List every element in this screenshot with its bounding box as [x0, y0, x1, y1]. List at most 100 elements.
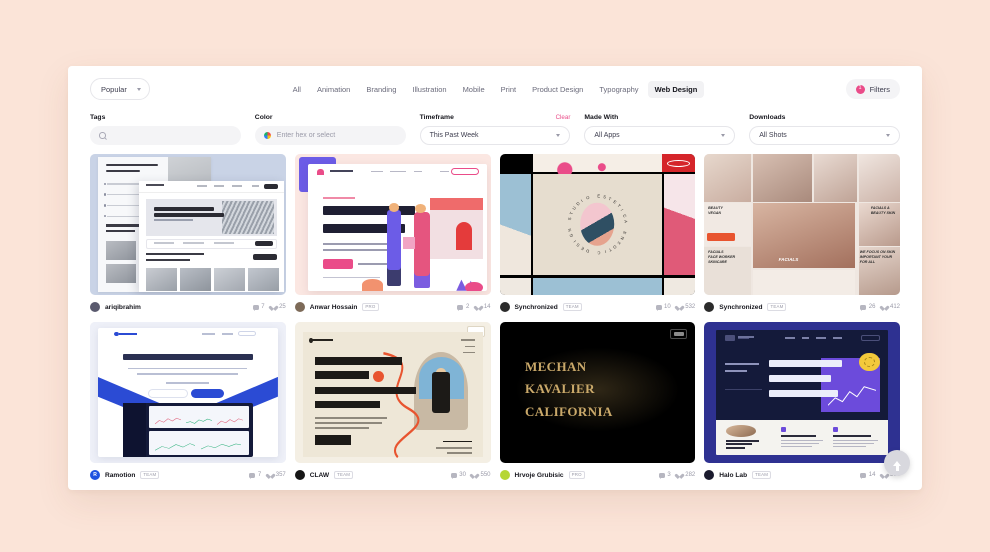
filter-made-with-label: Made With	[584, 114, 619, 121]
comments-count: 14	[868, 472, 876, 478]
timeframe-clear-link[interactable]: Clear	[556, 114, 571, 121]
tab-product-design[interactable]: Product Design	[525, 81, 590, 98]
filters-count-badge: 1	[855, 84, 865, 94]
heart-icon	[472, 472, 478, 478]
timeframe-select[interactable]: This Past Week	[419, 126, 571, 145]
arrow-up-icon	[893, 460, 901, 471]
comments-stat: 2	[457, 304, 470, 312]
likes-count: 25	[279, 304, 286, 310]
shot-thumbnail[interactable]	[294, 154, 491, 295]
likes-stat: 25	[271, 304, 286, 310]
thumbnail-art-fashion	[294, 322, 491, 463]
tab-illustration[interactable]: Illustration	[405, 81, 453, 98]
comments-stat: 14	[860, 472, 876, 480]
account-badge: PRO	[362, 302, 379, 312]
comment-icon	[252, 304, 259, 312]
shot-stats: 26 412	[860, 304, 900, 312]
heart-icon	[271, 304, 277, 310]
shot-author[interactable]: Hrvoje Grubisic	[515, 472, 564, 479]
heart-icon	[677, 472, 683, 478]
shot-thumbnail[interactable]	[90, 154, 286, 295]
shot-author[interactable]: Synchronized	[515, 304, 558, 311]
comments-count: 10	[664, 304, 671, 310]
chevron-down-icon	[721, 134, 726, 137]
thumbnail-art-collage: ESTETICA ENXOTIC DESIGN STUDIO	[499, 154, 696, 295]
search-icon	[99, 132, 106, 139]
tab-typography[interactable]: Typography	[592, 81, 645, 98]
comment-icon	[249, 472, 256, 480]
filters-button-label: Filters	[869, 84, 890, 94]
shot-meta: Hrvoje Grubisic PRO 3 282	[499, 469, 695, 481]
likes-stat: 14	[475, 304, 491, 310]
avatar[interactable]	[499, 470, 510, 480]
comments-stat: 26	[860, 304, 876, 312]
heart-icon	[881, 304, 887, 310]
tab-mobile[interactable]: Mobile	[456, 81, 492, 98]
made-with-select[interactable]: All Apps	[584, 126, 736, 145]
app-window: Popular All Animation Branding Illustrat…	[68, 66, 922, 490]
comment-icon	[457, 304, 464, 312]
comments-count: 26	[868, 304, 876, 310]
shot-thumbnail[interactable]: BEAUTY VEGAN FACIALS FACE WORKER SKINCARE F…	[704, 154, 900, 295]
avatar[interactable]	[704, 302, 715, 312]
shot-meta: Halo Lab TEAM 14 334	[704, 469, 900, 481]
filter-color-label: Color	[254, 114, 273, 121]
shot-meta: Synchronized TEAM 26 412	[704, 301, 900, 313]
shot-card: Halo Lab TEAM 14 334	[704, 322, 900, 481]
shot-meta: R Ramotion TEAM 7 357	[90, 469, 286, 481]
shot-stats: 3 282	[658, 472, 695, 480]
filter-bar: Tags Color Enter hex or select Timeframe…	[68, 112, 922, 145]
shot-thumbnail[interactable]	[294, 322, 491, 463]
comments-count: 30	[459, 472, 466, 478]
shot-author[interactable]: Synchronized	[719, 304, 762, 311]
chevron-down-icon	[885, 134, 890, 137]
comment-icon	[655, 304, 662, 312]
shot-card: R Ramotion TEAM 7 357	[90, 322, 286, 481]
shot-stats: 2 14	[457, 304, 491, 312]
avatar[interactable]	[294, 470, 305, 480]
shot-thumbnail[interactable]	[704, 322, 900, 463]
scroll-to-top-button[interactable]	[884, 450, 910, 476]
likes-count: 532	[685, 304, 696, 310]
avatar[interactable]: R	[90, 470, 100, 480]
likes-stat: 550	[472, 472, 490, 478]
shot-card: Anwar Hossain PRO 2 14	[294, 154, 491, 313]
shot-author[interactable]: Anwar Hossain	[310, 304, 358, 311]
shot-thumbnail[interactable]: MECHAN KAVALIER CALIFORNIA	[499, 322, 696, 463]
color-input[interactable]: Enter hex or select	[254, 126, 406, 145]
likes-stat: 532	[677, 304, 696, 310]
heart-icon	[677, 304, 683, 310]
shot-author[interactable]: Halo Lab	[719, 472, 747, 479]
poster-line-3: CALIFORNIA	[524, 403, 613, 419]
poster-line-2: KAVALIER	[524, 381, 595, 397]
color-wheel-icon	[263, 132, 271, 139]
filter-timeframe: Timeframe Clear This Past Week	[419, 114, 571, 145]
shot-stats: 7 25	[252, 304, 286, 312]
sort-dropdown[interactable]: Popular	[90, 78, 150, 100]
avatar[interactable]	[499, 302, 510, 312]
likes-count: 14	[483, 304, 491, 310]
comments-count: 2	[465, 304, 470, 310]
tab-branding[interactable]: Branding	[359, 81, 403, 98]
tags-input[interactable]	[90, 126, 241, 145]
top-bar: Popular All Animation Branding Illustrat…	[68, 66, 922, 112]
tab-print[interactable]: Print	[494, 81, 523, 98]
account-badge: TEAM	[562, 302, 582, 312]
shot-thumbnail[interactable]: ESTETICA ENXOTIC DESIGN STUDIO	[499, 154, 696, 295]
shot-card: ESTETICA ENXOTIC DESIGN STUDIO Synchroni…	[499, 154, 696, 313]
tab-web-design[interactable]: Web Design	[647, 80, 705, 98]
shot-author[interactable]: Ramotion	[105, 472, 135, 479]
avatar[interactable]	[704, 470, 715, 480]
shot-thumbnail[interactable]	[90, 322, 286, 463]
tab-all[interactable]: All	[286, 81, 308, 98]
comments-stat: 10	[655, 304, 671, 312]
filter-downloads-label: Downloads	[749, 114, 786, 121]
shot-author[interactable]: CLAW	[310, 472, 329, 479]
avatar[interactable]	[90, 302, 100, 312]
filters-button[interactable]: 1 Filters	[845, 79, 900, 99]
shot-author[interactable]: ariqibrahim	[105, 304, 141, 311]
downloads-select[interactable]: All Shots	[749, 126, 900, 145]
avatar[interactable]	[294, 302, 305, 312]
shot-card: CLAW TEAM 30 550	[294, 322, 491, 481]
tab-animation[interactable]: Animation	[310, 81, 357, 98]
